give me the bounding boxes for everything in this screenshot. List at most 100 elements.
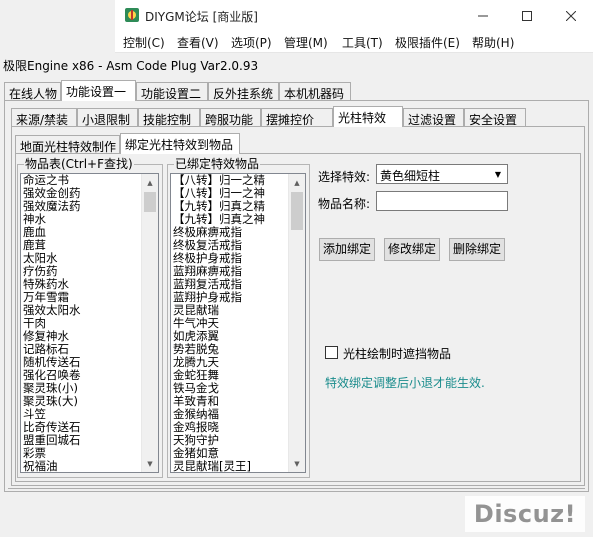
list-item[interactable]: 如虎添翼 bbox=[171, 330, 305, 343]
hint-text: 特效绑定调整后小退才能生效. bbox=[325, 376, 485, 390]
tab-cross-server[interactable]: 跨服功能 bbox=[200, 108, 261, 127]
tab-settings-2[interactable]: 功能设置二 bbox=[136, 82, 208, 101]
list-item[interactable]: 盟重回城石 bbox=[21, 434, 158, 447]
list-item[interactable]: 强效金创药 bbox=[21, 187, 158, 200]
list-item[interactable]: 蓝翔护身戒指 bbox=[171, 291, 305, 304]
tab-security-settings[interactable]: 安全设置 bbox=[464, 108, 526, 127]
app-titlebar: DIYGM论坛 [商业版] bbox=[115, 0, 593, 31]
list-item[interactable]: 记路标石 bbox=[21, 343, 158, 356]
menu-plugins[interactable]: 极限插件(E) bbox=[395, 34, 460, 51]
list-item[interactable]: 【九转】归真之神 bbox=[171, 213, 305, 226]
maximize-button[interactable] bbox=[505, 0, 549, 31]
list-item[interactable]: 比奇传送石 bbox=[21, 421, 158, 434]
menu-view[interactable]: 查看(V) bbox=[177, 34, 219, 51]
list-item[interactable]: 万年雪霜 bbox=[21, 291, 158, 304]
bound-items-group-label: 已绑定特效物品 bbox=[174, 157, 261, 171]
app-icon bbox=[125, 8, 139, 22]
list-item[interactable]: 强效魔法药 bbox=[21, 200, 158, 213]
list-item[interactable]: 金鸡报晓 bbox=[171, 421, 305, 434]
delete-binding-button[interactable]: 删除绑定 bbox=[449, 238, 505, 261]
scroll-thumb[interactable] bbox=[291, 192, 303, 230]
menu-help[interactable]: 帮助(H) bbox=[472, 34, 514, 51]
effect-label: 选择特效: bbox=[318, 170, 371, 184]
list-item[interactable]: 终极复活戒指 bbox=[171, 239, 305, 252]
tab-ground-pillar-make[interactable]: 地面光柱特效制作 bbox=[15, 135, 120, 154]
menu-manage[interactable]: 管理(M) bbox=[284, 34, 328, 51]
maximize-icon bbox=[522, 10, 532, 21]
list-item[interactable]: 灵昆献瑞[灵王] bbox=[171, 460, 305, 472]
list-item[interactable]: 修复神水 bbox=[21, 330, 158, 343]
list-item[interactable]: 龙腾九天 bbox=[171, 356, 305, 369]
scroll-down-icon[interactable]: ▼ bbox=[289, 455, 305, 472]
tab-stall-price[interactable]: 摆摊控价 bbox=[261, 108, 333, 127]
list-item[interactable]: 灵昆献瑞 bbox=[171, 304, 305, 317]
list-item[interactable]: 【九转】归真之精 bbox=[171, 200, 305, 213]
list-item[interactable]: 【八转】归一之神 bbox=[171, 187, 305, 200]
menu-control[interactable]: 控制(C) bbox=[123, 34, 165, 51]
tab-skill-control[interactable]: 技能控制 bbox=[138, 108, 200, 127]
list-item[interactable]: 天狗守护 bbox=[171, 434, 305, 447]
occlude-checkbox[interactable] bbox=[325, 346, 338, 359]
tab-logout-limit[interactable]: 小退限制 bbox=[77, 108, 138, 127]
list-item[interactable]: 太阳水 bbox=[21, 252, 158, 265]
close-button[interactable] bbox=[549, 0, 593, 31]
list-item[interactable]: 【八转】归一之精 bbox=[171, 174, 305, 187]
list-item[interactable]: 势若脱兔 bbox=[171, 343, 305, 356]
list-item[interactable]: 聚灵珠(大) bbox=[21, 395, 158, 408]
list-item[interactable]: 鹿血 bbox=[21, 226, 158, 239]
list-item[interactable]: 鹿茸 bbox=[21, 239, 158, 252]
tab-anti-cheat[interactable]: 反外挂系统 bbox=[208, 82, 279, 101]
scroll-up-icon[interactable]: ▲ bbox=[142, 174, 158, 191]
list-item[interactable]: 聚灵珠(小) bbox=[21, 382, 158, 395]
list-item[interactable]: 金猪如意 bbox=[171, 447, 305, 460]
inner-tabs: 地面光柱特效制作 绑定光柱特效到物品 bbox=[15, 133, 581, 154]
scroll-down-icon[interactable]: ▼ bbox=[142, 455, 158, 472]
effect-select[interactable]: 黄色细短柱 ▼ bbox=[376, 164, 508, 184]
sub-tabs: 来源/禁装 小退限制 技能控制 跨服功能 摆摊控价 光柱特效 过滤设置 安全设置 bbox=[11, 106, 585, 127]
list-item[interactable]: 疗伤药 bbox=[21, 265, 158, 278]
items-group-label: 物品表(Ctrl+F查找) bbox=[24, 157, 134, 171]
items-scrollbar[interactable]: ▲ ▼ bbox=[141, 174, 158, 472]
scroll-up-icon[interactable]: ▲ bbox=[289, 174, 305, 191]
list-item[interactable]: 金蛇狂舞 bbox=[171, 369, 305, 382]
list-item[interactable]: 干肉 bbox=[21, 317, 158, 330]
bound-items-scrollbar[interactable]: ▲ ▼ bbox=[288, 174, 305, 472]
app-title: DIYGM论坛 [商业版] bbox=[145, 10, 258, 24]
list-item[interactable]: 终极麻痹戒指 bbox=[171, 226, 305, 239]
tab-light-pillar[interactable]: 光柱特效 bbox=[333, 106, 403, 127]
list-item[interactable]: 羊致青和 bbox=[171, 395, 305, 408]
list-item[interactable]: 斗笠 bbox=[21, 408, 158, 421]
main-tabs: 在线人物 功能设置一 功能设置二 反外挂系统 本机机器码 bbox=[4, 80, 589, 101]
modify-binding-button[interactable]: 修改绑定 bbox=[384, 238, 440, 261]
bound-items-listbox[interactable]: 【八转】归一之精 【八转】归一之神 【九转】归真之精 【九转】归真之神 终极麻痹戒指 终极… bbox=[170, 173, 306, 473]
tab-filter-settings[interactable]: 过滤设置 bbox=[403, 108, 464, 127]
list-item[interactable]: 神水 bbox=[21, 213, 158, 226]
item-name-input[interactable] bbox=[376, 191, 508, 211]
watermark-logo: Discuz! bbox=[465, 496, 585, 532]
list-item[interactable]: 祝福油 bbox=[21, 460, 158, 472]
list-item[interactable]: 特殊药水 bbox=[21, 278, 158, 291]
list-item[interactable]: 彩票 bbox=[21, 447, 158, 460]
list-item[interactable]: 蓝翔麻痹戒指 bbox=[171, 265, 305, 278]
list-item[interactable]: 金猴纳福 bbox=[171, 408, 305, 421]
close-icon bbox=[566, 10, 576, 21]
list-item[interactable]: 牛气冲天 bbox=[171, 317, 305, 330]
menu-tools[interactable]: 工具(T) bbox=[342, 34, 383, 51]
tab-bind-pillar-item[interactable]: 绑定光柱特效到物品 bbox=[120, 133, 240, 154]
tab-online-players[interactable]: 在线人物 bbox=[4, 82, 61, 101]
list-item[interactable]: 强效太阳水 bbox=[21, 304, 158, 317]
list-item[interactable]: 蓝翔复活戒指 bbox=[171, 278, 305, 291]
items-listbox[interactable]: 命运之书 强效金创药 强效魔法药 神水 鹿血 鹿茸 太阳水 疗伤药 特殊药水 万年雪霜 强效太阳水干… bbox=[20, 173, 159, 473]
scroll-thumb[interactable] bbox=[144, 192, 156, 212]
list-item[interactable]: 铁马金戈 bbox=[171, 382, 305, 395]
tab-settings-1[interactable]: 功能设置一 bbox=[61, 80, 136, 101]
list-item[interactable]: 命运之书 bbox=[21, 174, 158, 187]
tab-source-ban[interactable]: 来源/禁装 bbox=[11, 108, 77, 127]
list-item[interactable]: 终极护身戒指 bbox=[171, 252, 305, 265]
minimize-button[interactable] bbox=[461, 0, 505, 31]
add-binding-button[interactable]: 添加绑定 bbox=[319, 238, 375, 261]
menu-options[interactable]: 选项(P) bbox=[231, 34, 272, 51]
tab-machine-code[interactable]: 本机机器码 bbox=[279, 82, 351, 101]
list-item[interactable]: 随机传送石 bbox=[21, 356, 158, 369]
list-item[interactable]: 强化召唤卷 bbox=[21, 369, 158, 382]
